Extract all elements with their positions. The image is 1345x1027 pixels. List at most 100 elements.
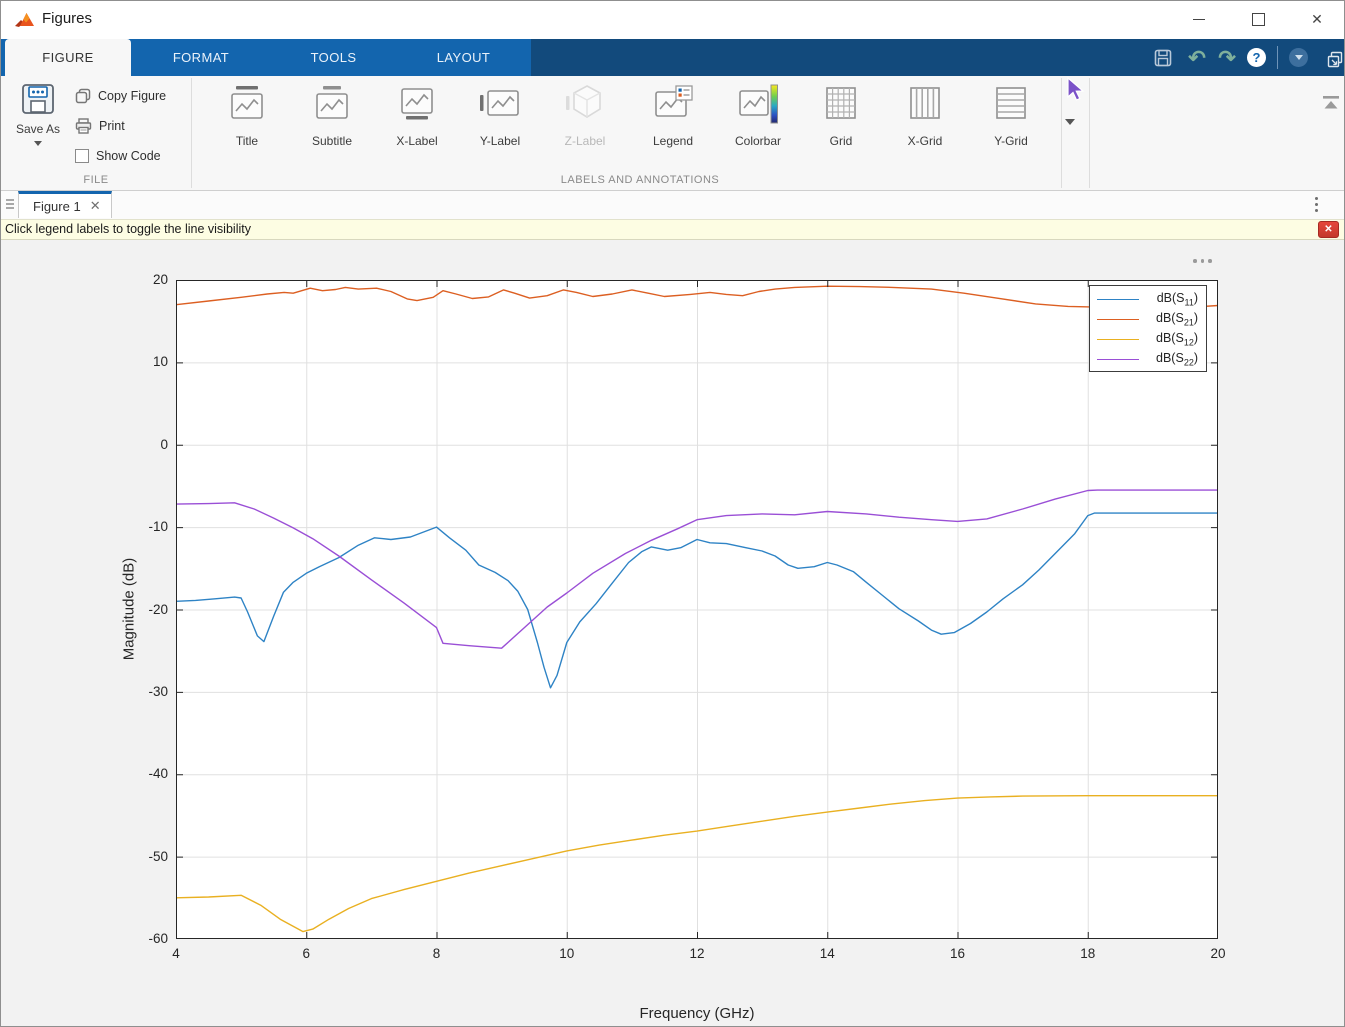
save-as-dropdown-icon <box>34 141 42 146</box>
x-tick-label: 6 <box>284 946 328 961</box>
legend-button[interactable]: Legend <box>635 83 711 157</box>
y-label-icon <box>477 83 523 127</box>
document-tab-bar: Figure 1 ✕ <box>1 191 1344 219</box>
x-label-label: X-Label <box>379 134 455 148</box>
undock-icon <box>1327 51 1344 68</box>
maximize-button[interactable] <box>1235 1 1281 37</box>
copy-figure-button[interactable]: Copy Figure <box>75 84 166 108</box>
redo-icon: ↷ <box>1218 48 1236 69</box>
y-tick-label: 10 <box>120 354 168 369</box>
legend-item-12[interactable]: dB(S12) <box>1090 329 1206 349</box>
undo-button[interactable]: ↶ <box>1185 46 1209 70</box>
ribbon-tab-row: FIGURE FORMAT TOOLS LAYOUT <box>1 39 1344 76</box>
axes-toolbar-hint-icon[interactable] <box>1193 259 1212 263</box>
undo-icon: ↶ <box>1188 48 1206 69</box>
z-label-button: Z-Label <box>547 83 623 157</box>
legend-item-21[interactable]: dB(S21) <box>1090 309 1206 329</box>
tab-figure[interactable]: FIGURE <box>5 39 131 76</box>
save-as-button[interactable]: Save As <box>9 83 67 167</box>
toolbar-dropdown-button[interactable] <box>1289 48 1308 67</box>
ribbon: Save As Copy Figure Print Show Code FILE <box>1 76 1344 191</box>
save-button[interactable] <box>1151 46 1175 70</box>
print-label: Print <box>99 119 125 133</box>
legend-label: Legend <box>635 134 711 148</box>
title-label: Title <box>209 134 285 148</box>
panel-grab-handle[interactable] <box>6 199 14 211</box>
save-icon <box>1154 49 1172 67</box>
legend-label: dB(S22) <box>1139 351 1206 368</box>
help-button[interactable]: ? <box>1247 48 1266 67</box>
plot-legend: dB(S11) dB(S21) dB(S12) dB(S22) <box>1089 285 1207 372</box>
y-grid-button[interactable]: Y-Grid <box>973 83 1049 157</box>
grid-button[interactable]: Grid <box>803 83 879 157</box>
notification-banner: Click legend labels to toggle the line v… <box>1 219 1344 240</box>
title-bar: Figures ✕ <box>1 1 1344 39</box>
x-grid-icon <box>902 83 948 127</box>
figure-1-tab[interactable]: Figure 1 ✕ <box>18 191 112 218</box>
legend-item-22[interactable]: dB(S22) <box>1090 349 1206 369</box>
y-label-button[interactable]: Y-Label <box>462 83 538 157</box>
gallery-dropdown-button[interactable] <box>1065 119 1075 125</box>
window-title: Figures <box>42 10 92 27</box>
colorbar-button[interactable]: Colorbar <box>720 83 796 157</box>
section-separator <box>191 78 192 188</box>
x-tick-label: 16 <box>936 946 980 961</box>
chevron-down-icon <box>1295 55 1303 60</box>
legend-item-11[interactable]: dB(S11) <box>1090 289 1206 309</box>
banner-close-button[interactable]: ✕ <box>1318 221 1339 238</box>
print-button[interactable]: Print <box>75 114 125 138</box>
tab-bar-menu-button[interactable] <box>1315 197 1319 215</box>
figure-tab-close-icon[interactable]: ✕ <box>90 198 101 214</box>
legend-label: dB(S21) <box>1139 311 1206 328</box>
subtitle-button[interactable]: Subtitle <box>294 83 370 157</box>
figure-tab-label: Figure 1 <box>33 199 81 214</box>
y-tick-label: -60 <box>120 931 168 946</box>
show-code-checkbox[interactable] <box>75 149 89 163</box>
legend-line-swatch <box>1097 319 1139 320</box>
y-tick-label: -10 <box>120 519 168 534</box>
x-grid-label: X-Grid <box>887 134 963 148</box>
tab-layout[interactable]: LAYOUT <box>396 39 531 76</box>
x-axis-label: Frequency (GHz) <box>176 1005 1218 1022</box>
y-tick-label: -40 <box>120 766 168 781</box>
legend-label: dB(S12) <box>1139 331 1206 348</box>
print-icon <box>75 118 92 134</box>
copy-icon <box>75 88 91 104</box>
y-tick-label: 0 <box>120 437 168 452</box>
x-tick-label: 10 <box>545 946 589 961</box>
section-separator <box>1061 78 1062 188</box>
x-tick-label: 4 <box>154 946 198 961</box>
subtitle-label: Subtitle <box>294 134 370 148</box>
x-tick-label: 8 <box>415 946 459 961</box>
x-tick-label: 20 <box>1196 946 1240 961</box>
legend-line-swatch <box>1097 359 1139 360</box>
x-tick-label: 12 <box>675 946 719 961</box>
collapse-ribbon-button[interactable] <box>1321 94 1341 112</box>
toolbar-separator <box>1277 46 1278 69</box>
redo-button[interactable]: ↷ <box>1215 46 1239 70</box>
x-label-button[interactable]: X-Label <box>379 83 455 157</box>
y-grid-icon <box>988 83 1034 127</box>
y-tick-label: -20 <box>120 602 168 617</box>
title-button[interactable]: Title <box>209 83 285 157</box>
undock-button[interactable] <box>1323 47 1345 71</box>
mouse-cursor <box>1065 77 1087 103</box>
close-icon: ✕ <box>1311 12 1323 26</box>
tab-format[interactable]: FORMAT <box>131 39 271 76</box>
save-as-icon <box>20 83 56 116</box>
plot-axes[interactable] <box>176 280 1218 939</box>
minimize-button[interactable] <box>1176 1 1222 37</box>
tab-tools[interactable]: TOOLS <box>271 39 396 76</box>
show-code-toggle[interactable]: Show Code <box>75 144 161 168</box>
maximize-icon <box>1252 13 1265 26</box>
grid-icon <box>818 83 864 127</box>
minimize-icon <box>1193 19 1205 20</box>
x-label-icon <box>394 83 440 127</box>
close-button[interactable]: ✕ <box>1294 1 1340 37</box>
y-label-label: Y-Label <box>462 134 538 148</box>
save-as-label: Save As <box>9 122 67 136</box>
x-grid-button[interactable]: X-Grid <box>887 83 963 157</box>
banner-close-icon: ✕ <box>1324 224 1332 235</box>
x-tick-label: 14 <box>805 946 849 961</box>
copy-figure-label: Copy Figure <box>98 89 166 103</box>
